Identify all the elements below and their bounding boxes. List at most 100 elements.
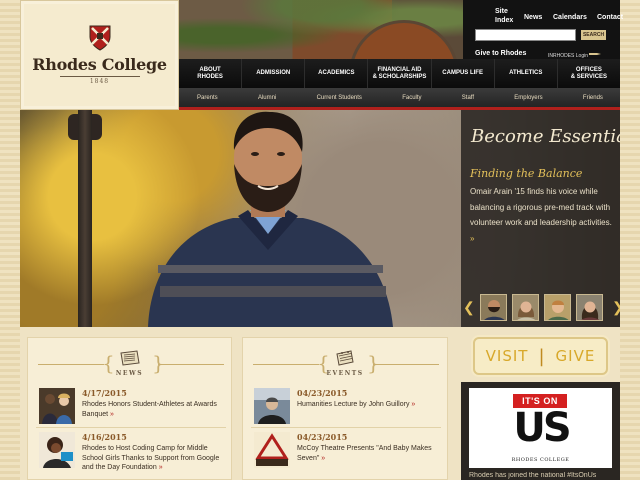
news-item-date: 4/17/2015 (82, 388, 127, 398)
its-on-us-banner[interactable]: IT'S ON US RHODES COLLEGE Rhodes has joi… (461, 382, 620, 480)
calendars-link[interactable]: Calendars (553, 14, 587, 21)
hero-next-icon[interactable]: ❯ (612, 300, 620, 314)
news-item-more-icon: » (110, 410, 114, 418)
nav-about-rhodes[interactable]: ABOUT RHODES (179, 59, 243, 88)
news-item-headline[interactable]: Rhodes Honors Student-Athletes at Awards… (82, 400, 230, 419)
right-border-band (620, 0, 640, 480)
subnav-current-students[interactable]: Current Students (317, 95, 362, 101)
news-image-coding-camp (39, 432, 75, 468)
thumbnail-portrait-4 (581, 301, 600, 320)
events-header-rule-left (253, 364, 319, 365)
news-item-image (39, 432, 75, 468)
subnav-parents[interactable]: Parents (197, 95, 218, 101)
nav-academics[interactable]: ACADEMICS (305, 59, 369, 88)
give-to-rhodes-link[interactable]: Give to Rhodes (475, 50, 526, 57)
events-label: EVENTS (326, 370, 364, 377)
hero-thumbnails (476, 294, 620, 322)
nav-athletics[interactable]: ATHLETICS (495, 59, 558, 88)
news-link[interactable]: News (524, 14, 542, 21)
hero-slideshow[interactable]: Become Essential Finding the Balance Oma… (20, 110, 620, 327)
event-item-more-icon: » (321, 454, 326, 462)
news-label: NEWS (115, 370, 144, 377)
logo-year: 1848 (89, 78, 110, 85)
nav-offices-services[interactable]: OFFICES & SERVICES (558, 59, 620, 88)
visit-give-box: VISIT | GIVE (473, 337, 608, 375)
its-on-us-college: RHODES COLLEGE (511, 457, 570, 463)
thumbnail-2[interactable] (512, 294, 539, 321)
main-navigation: ABOUT RHODES ADMISSION ACADEMICS FINANCI… (179, 59, 620, 88)
news-item-headline[interactable]: Rhodes to Host Coding Camp for Middle Sc… (82, 444, 230, 473)
event-item-title[interactable]: McCoy Theatre Presents "And Baby Makes S… (297, 444, 445, 463)
nav-admission[interactable]: ADMISSION (242, 59, 306, 88)
give-link[interactable]: GIVE (556, 347, 596, 365)
events-header-rule-right (373, 364, 439, 365)
news-panel: { } NEWS 4/17/2015 Rhodes Honors Student… (27, 337, 232, 480)
thumbnail-portrait-2 (517, 301, 536, 320)
news-image-athletes (39, 388, 75, 424)
news-header-rule-right (158, 364, 224, 365)
hero-prev-icon[interactable]: ❮ (463, 300, 475, 314)
audience-navigation: Parents Alumni Current Students Faculty … (179, 88, 620, 107)
left-border-band (0, 0, 20, 480)
hero-student-photo (148, 111, 393, 327)
hero-more-link[interactable]: » (470, 234, 474, 243)
subnav-alumni[interactable]: Alumni (258, 95, 276, 101)
subnav-staff[interactable]: Staff (462, 95, 474, 101)
nav-financial-aid[interactable]: FINANCIAL AID & SCHOLARSHIPS (368, 59, 432, 88)
events-panel: { } EVENTS 04/23/2015 Humanities Lecture… (242, 337, 448, 480)
event-item-date: 04/23/2015 (297, 388, 348, 398)
event-item-image (254, 388, 290, 424)
inrhodes-login-link[interactable]: INRHODES Login (548, 51, 602, 59)
news-header: { } NEWS (28, 346, 231, 377)
event-item-more-icon: » (411, 401, 416, 408)
contact-link[interactable]: Contact (597, 14, 623, 21)
utility-panel: Site Index News Calendars Contact SEARCH… (463, 0, 623, 59)
news-item[interactable]: 4/16/2015 Rhodes to Host Coding Camp for… (36, 432, 226, 472)
event-item-title[interactable]: Humanities Lecture by John Guillory » (297, 400, 445, 410)
event-item-date: 04/23/2015 (297, 432, 348, 442)
news-item-image (39, 388, 75, 424)
nav-campus-life[interactable]: CAMPUS LIFE (432, 59, 495, 88)
hand-pointer-icon (589, 53, 602, 55)
event-item[interactable]: 04/23/2015 Humanities Lecture by John Gu… (251, 388, 441, 428)
search-input[interactable] (475, 29, 576, 41)
site-index-link[interactable]: Site Index (495, 7, 517, 25)
crest-icon (89, 25, 110, 51)
news-item-text: Rhodes Honors Student-Athletes at Awards… (82, 401, 217, 418)
thumbnail-3[interactable] (544, 294, 571, 321)
thumbnail-1[interactable] (480, 294, 507, 321)
hero-body: Omair Arain '15 finds his voice while ba… (470, 184, 618, 246)
logo-wordmark: Rhodes College (32, 55, 167, 74)
logo-rule (59, 76, 140, 77)
hero-subtitle[interactable]: Finding the Balance (470, 167, 582, 180)
event-item[interactable]: 04/23/2015 McCoy Theatre Presents "And B… (251, 432, 441, 472)
event-item-image (254, 432, 290, 468)
news-item[interactable]: 4/17/2015 Rhodes Honors Student-Athletes… (36, 388, 226, 428)
hero-caption-panel: Become Essential Finding the Balance Oma… (461, 110, 620, 327)
its-on-us-logo: IT'S ON US RHODES COLLEGE (469, 388, 612, 468)
us-wordmark: US (513, 405, 571, 451)
events-divider (251, 427, 441, 428)
mccoy-theatre-logo (254, 432, 290, 468)
news-item-more-icon: » (158, 464, 163, 471)
thumbnail-portrait-1 (484, 300, 505, 320)
lamp-post (78, 110, 92, 327)
news-divider (36, 427, 226, 428)
college-logo[interactable]: Rhodes College 1848 (20, 0, 179, 110)
thumbnail-4[interactable] (576, 294, 603, 321)
hero-body-text: Omair Arain '15 finds his voice while ba… (470, 187, 612, 227)
search-button[interactable]: SEARCH (581, 30, 606, 40)
news-header-rule-left (38, 364, 104, 365)
newspaper-icon (119, 350, 140, 366)
hero-title: Become Essential (471, 126, 620, 147)
visit-link[interactable]: VISIT (486, 347, 529, 365)
visit-give-separator: | (538, 345, 546, 367)
calendar-icon (336, 350, 354, 366)
subnav-friends[interactable]: Friends (583, 95, 603, 101)
events-header: { } EVENTS (243, 346, 447, 377)
subnav-employers[interactable]: Employers (514, 95, 542, 101)
thumbnail-portrait-3 (548, 300, 569, 320)
event-image-lecture (254, 388, 290, 424)
event-item-text: Humanities Lecture by John Guillory (297, 401, 410, 408)
subnav-faculty[interactable]: Faculty (402, 95, 421, 101)
